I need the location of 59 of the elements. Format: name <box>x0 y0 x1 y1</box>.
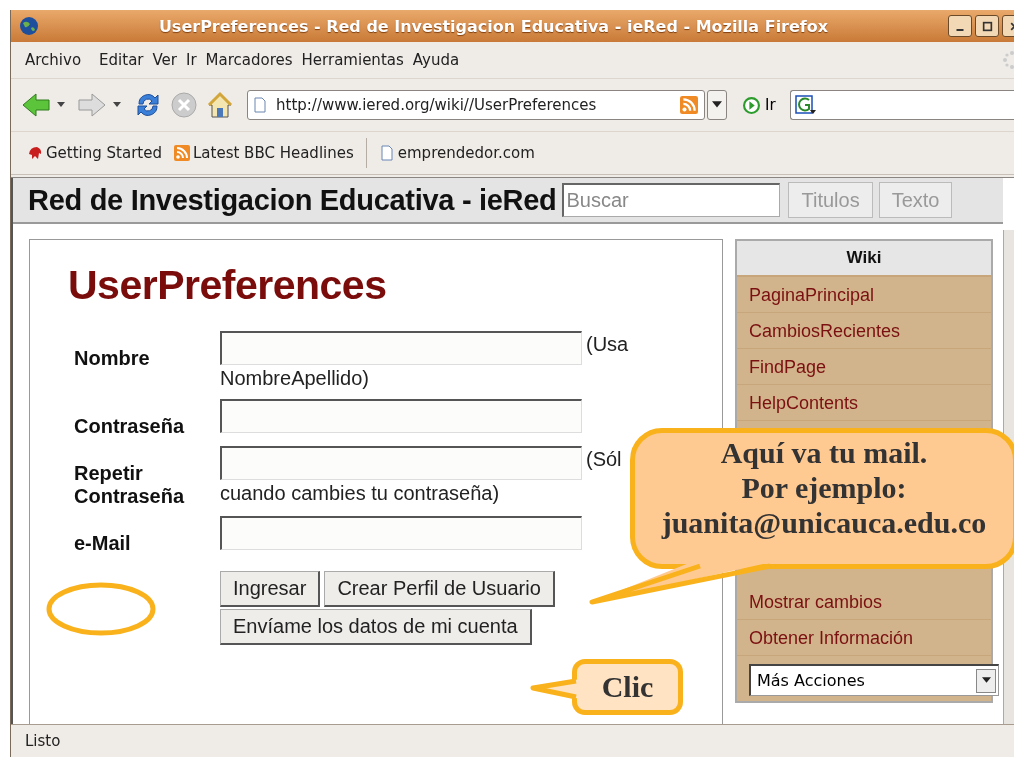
sidebar-title: Wiki <box>737 241 991 277</box>
minimize-icon <box>956 28 964 31</box>
menu-item[interactable]: Editar <box>90 47 144 73</box>
sidebar-link[interactable]: CambiosRecientes <box>737 313 991 349</box>
menu-item[interactable]: Ir <box>177 47 197 73</box>
status-text: Listo <box>25 732 61 750</box>
minimize-button[interactable] <box>948 15 972 37</box>
address-field[interactable]: http://www.iered.org/wiki//UserPreferences <box>247 90 705 120</box>
globe-icon <box>19 16 39 36</box>
dropdown-caret-icon[interactable] <box>57 102 65 108</box>
bookmark-link[interactable]: Latest BBC Headlines <box>174 144 354 162</box>
text-field[interactable] <box>220 516 582 550</box>
maximize-icon <box>981 20 993 32</box>
maximize-button[interactable] <box>975 15 999 37</box>
menu-item[interactable]: Ayuda <box>403 47 460 73</box>
sidebar-link[interactable]: PaginaPrincipal <box>737 277 991 313</box>
site-title: Red de Investigacion Educativa - ieRed <box>28 183 557 217</box>
callout-tail <box>530 678 580 700</box>
home-icon[interactable] <box>205 90 235 120</box>
field-label: e-Mail <box>74 532 132 555</box>
window-title: UserPreferences - Red de Investigacion Educativa - ieRed - Mozilla Firefox <box>157 16 830 36</box>
text-field[interactable] <box>220 399 582 433</box>
sidebar-link[interactable]: FindPage <box>737 349 991 385</box>
sidebar-link[interactable]: HelpContents <box>737 385 991 421</box>
field-label: Contraseña <box>74 415 186 438</box>
text-field[interactable] <box>220 446 582 480</box>
menu-item[interactable]: Marcadores <box>196 47 293 73</box>
field-hint: cuando cambies tu contraseña) <box>220 481 500 506</box>
field-hint: (Sól <box>586 447 622 472</box>
field-label: Repetir Contraseña <box>74 462 186 508</box>
sidebar-link[interactable]: Mostrar cambios <box>737 584 991 620</box>
actions-dropdown[interactable]: Más Acciones <box>749 664 999 696</box>
feed-icon <box>174 145 190 161</box>
callout-tooltip: Clic <box>572 659 683 715</box>
search-engine-icon[interactable] <box>794 95 817 115</box>
creature-icon <box>27 145 43 161</box>
field-label: Nombre <box>74 347 151 370</box>
caret-icon <box>981 677 991 684</box>
sidebar-link[interactable]: Obtener Información <box>737 620 991 656</box>
history-dropdown-button[interactable] <box>707 90 727 120</box>
dropdown-caret-icon[interactable] <box>113 102 121 108</box>
page-icon <box>378 145 395 161</box>
page-icon <box>254 97 266 113</box>
page-heading: UserPreferences <box>68 262 388 309</box>
search-field[interactable]: Buscar <box>562 183 781 217</box>
menu-item[interactable]: Archivo <box>25 47 91 73</box>
back-arrow-icon[interactable] <box>21 90 51 120</box>
form-button[interactable]: Crear Perfil de Usuario <box>324 571 555 607</box>
web-search-field[interactable] <box>789 90 1014 120</box>
menu-item[interactable]: Herramientas <box>292 47 404 73</box>
form-button[interactable]: Ingresar <box>220 571 321 607</box>
field-hint: NombreApellido) <box>220 366 369 391</box>
text-field[interactable] <box>220 331 582 365</box>
caret-icon <box>712 101 722 109</box>
bookmark-link[interactable]: emprendedor.com <box>365 138 535 168</box>
bookmark-link[interactable]: Getting Started <box>27 144 162 162</box>
form-button[interactable]: Envíame los datos de mi cuenta <box>220 609 532 645</box>
menu-item[interactable]: Ver <box>143 47 177 73</box>
field-hint: (Usa <box>586 332 629 357</box>
